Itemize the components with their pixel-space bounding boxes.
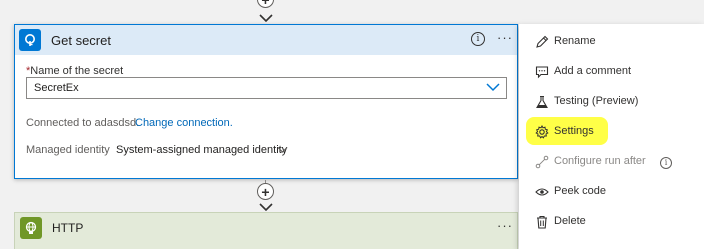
menu-item-add-comment[interactable]: Add a comment — [519, 57, 704, 87]
comment-icon — [535, 66, 549, 79]
secret-name-dropdown[interactable]: SecretEx — [26, 77, 507, 99]
more-options-icon[interactable]: ··· — [497, 30, 513, 45]
menu-item-label: Testing (Preview) — [554, 95, 639, 107]
secret-name-label-text: Name of the secret — [30, 65, 124, 77]
http-card-title: HTTP — [52, 221, 84, 235]
menu-item-peek-code[interactable]: Peek code — [519, 177, 704, 207]
http-action-card[interactable]: HTTP ··· — [14, 212, 518, 249]
http-card-header[interactable]: HTTP ··· — [15, 213, 517, 243]
eye-icon — [535, 188, 549, 196]
arrow-down-icon — [259, 14, 273, 22]
menu-item-delete[interactable]: Delete — [519, 207, 704, 237]
menu-item-rename[interactable]: Rename — [519, 27, 704, 57]
menu-item-testing[interactable]: Testing (Preview) — [519, 87, 704, 117]
run-after-info-icon[interactable]: i — [660, 157, 672, 169]
chevron-down-icon[interactable] — [277, 146, 288, 154]
insert-step-button[interactable]: + — [257, 183, 274, 200]
more-options-icon[interactable]: ··· — [497, 218, 513, 233]
menu-item-label: Add a comment — [554, 65, 632, 77]
menu-item-label: Settings — [554, 125, 594, 137]
insert-step-button-top[interactable]: + — [257, 0, 274, 8]
connection-status-text: Connected to adasdsd. — [26, 117, 140, 129]
menu-item-settings-overlay[interactable]: Settings — [519, 117, 704, 147]
run-after-icon — [535, 155, 549, 169]
gear-icon — [535, 125, 549, 139]
get-secret-action-card[interactable]: Get secret i ··· *Name of the secret Sec… — [14, 24, 518, 179]
menu-item-configure-run-after[interactable]: Configure run after — [519, 147, 704, 177]
managed-identity-dropdown[interactable]: System-assigned managed identity — [116, 144, 287, 156]
managed-identity-label: Managed identity — [26, 144, 110, 156]
chevron-down-icon — [486, 83, 500, 92]
card-header[interactable]: Get secret i ··· — [15, 25, 517, 55]
secret-name-value: SecretEx — [34, 82, 79, 94]
trash-icon — [537, 215, 547, 229]
arrow-down-icon — [259, 203, 273, 211]
change-connection-link[interactable]: Change connection. — [135, 117, 233, 129]
card-title: Get secret — [51, 32, 111, 48]
secret-name-label: *Name of the secret — [26, 65, 123, 77]
menu-item-label: Configure run after — [554, 155, 646, 167]
menu-item-label: Rename — [554, 35, 596, 47]
menu-item-label: Delete — [554, 215, 586, 227]
menu-item-label: Peek code — [554, 185, 606, 197]
globe-icon — [20, 217, 42, 239]
key-vault-icon — [19, 29, 41, 51]
pencil-icon — [536, 35, 549, 48]
flask-icon — [536, 95, 548, 109]
info-icon[interactable]: i — [471, 32, 485, 46]
